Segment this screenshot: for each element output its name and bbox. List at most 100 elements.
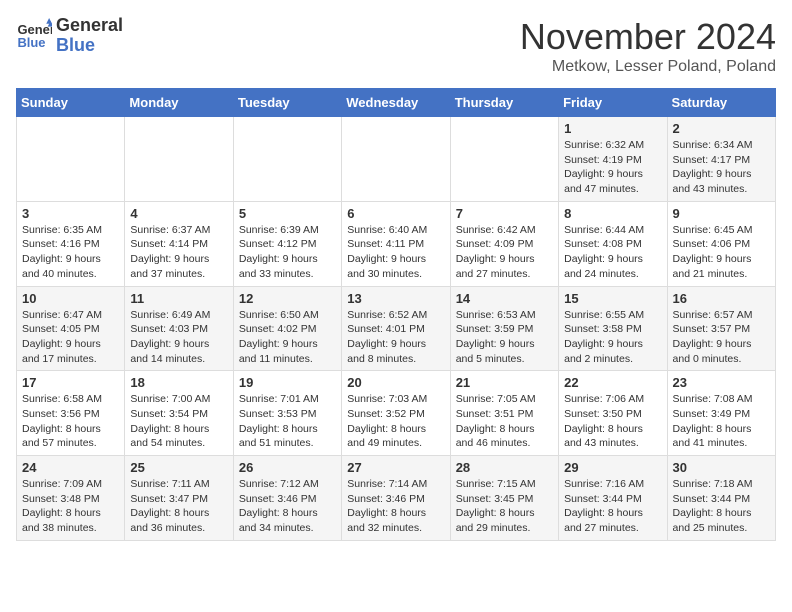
calendar-week-1: 1 Sunrise: 6:32 AM Sunset: 4:19 PM Daylig… — [17, 117, 776, 202]
calendar-cell: 16 Sunrise: 6:57 AM Sunset: 3:57 PM Dayli… — [667, 286, 775, 371]
day-number: 26 — [239, 460, 336, 475]
page-header: General Blue General Blue November 2024 … — [16, 16, 776, 76]
calendar-cell: 11 Sunrise: 6:49 AM Sunset: 4:03 PM Dayli… — [125, 286, 233, 371]
day-number: 12 — [239, 291, 336, 306]
calendar-cell: 30 Sunrise: 7:18 AM Sunset: 3:44 PM Dayli… — [667, 456, 775, 541]
day-info: Sunrise: 6:53 AM Sunset: 3:59 PM Dayligh… — [456, 308, 553, 367]
day-info: Sunrise: 6:34 AM Sunset: 4:17 PM Dayligh… — [673, 138, 770, 197]
calendar-cell: 13 Sunrise: 6:52 AM Sunset: 4:01 PM Dayli… — [342, 286, 450, 371]
calendar-cell: 1 Sunrise: 6:32 AM Sunset: 4:19 PM Daylig… — [559, 117, 667, 202]
calendar-cell: 10Sunrise: 6:47 AM Sunset: 4:05 PM Dayli… — [17, 286, 125, 371]
day-number: 5 — [239, 206, 336, 221]
day-info: Sunrise: 6:49 AM Sunset: 4:03 PM Dayligh… — [130, 308, 227, 367]
calendar-cell: 12 Sunrise: 6:50 AM Sunset: 4:02 PM Dayli… — [233, 286, 341, 371]
day-number: 13 — [347, 291, 444, 306]
calendar-cell: 17 Sunrise: 6:58 AM Sunset: 3:56 PM Dayli… — [17, 371, 125, 456]
day-number: 6 — [347, 206, 444, 221]
calendar-cell: 21 Sunrise: 7:05 AM Sunset: 3:51 PM Dayli… — [450, 371, 558, 456]
day-info: Sunrise: 7:06 AM Sunset: 3:50 PM Dayligh… — [564, 392, 661, 451]
calendar-cell: 5 Sunrise: 6:39 AM Sunset: 4:12 PM Daylig… — [233, 201, 341, 286]
day-number: 1 — [564, 121, 661, 136]
day-info: Sunrise: 7:18 AM Sunset: 3:44 PM Dayligh… — [673, 477, 770, 536]
day-info: Sunrise: 7:03 AM Sunset: 3:52 PM Dayligh… — [347, 392, 444, 451]
location-title: Metkow, Lesser Poland, Poland — [520, 58, 776, 76]
calendar-cell: 26Sunrise: 7:12 AM Sunset: 3:46 PM Dayli… — [233, 456, 341, 541]
day-info: Sunrise: 7:08 AM Sunset: 3:49 PM Dayligh… — [673, 392, 770, 451]
calendar-cell: 4 Sunrise: 6:37 AM Sunset: 4:14 PM Daylig… — [125, 201, 233, 286]
day-info: Sunrise: 7:14 AM Sunset: 3:46 PM Dayligh… — [347, 477, 444, 536]
day-number: 27 — [347, 460, 444, 475]
day-number: 4 — [130, 206, 227, 221]
logo-text: General Blue — [56, 16, 123, 56]
day-number: 21 — [456, 375, 553, 390]
day-info: Sunrise: 6:32 AM Sunset: 4:19 PM Dayligh… — [564, 138, 661, 197]
calendar-week-5: 24Sunrise: 7:09 AM Sunset: 3:48 PM Dayli… — [17, 456, 776, 541]
calendar-cell: 9 Sunrise: 6:45 AM Sunset: 4:06 PM Daylig… — [667, 201, 775, 286]
calendar-cell: 3Sunrise: 6:35 AM Sunset: 4:16 PM Daylig… — [17, 201, 125, 286]
header-friday: Friday — [559, 89, 667, 117]
header-monday: Monday — [125, 89, 233, 117]
day-info: Sunrise: 6:52 AM Sunset: 4:01 PM Dayligh… — [347, 308, 444, 367]
calendar-cell — [17, 117, 125, 202]
header-thursday: Thursday — [450, 89, 558, 117]
calendar-cell — [450, 117, 558, 202]
calendar-cell: 6Sunrise: 6:40 AM Sunset: 4:11 PM Daylig… — [342, 201, 450, 286]
day-number: 15 — [564, 291, 661, 306]
day-number: 18 — [130, 375, 227, 390]
calendar-cell — [125, 117, 233, 202]
day-number: 17 — [22, 375, 119, 390]
calendar-cell — [233, 117, 341, 202]
calendar-cell: 20 Sunrise: 7:03 AM Sunset: 3:52 PM Dayli… — [342, 371, 450, 456]
day-number: 8 — [564, 206, 661, 221]
calendar-header-row: SundayMondayTuesdayWednesdayThursdayFrid… — [17, 89, 776, 117]
day-number: 22 — [564, 375, 661, 390]
day-number: 9 — [673, 206, 770, 221]
day-number: 24 — [22, 460, 119, 475]
svg-text:Blue: Blue — [17, 35, 45, 50]
day-info: Sunrise: 6:47 AM Sunset: 4:05 PM Dayligh… — [22, 308, 119, 367]
day-info: Sunrise: 6:50 AM Sunset: 4:02 PM Dayligh… — [239, 308, 336, 367]
calendar-week-3: 10Sunrise: 6:47 AM Sunset: 4:05 PM Dayli… — [17, 286, 776, 371]
day-number: 7 — [456, 206, 553, 221]
day-number: 3 — [22, 206, 119, 221]
day-info: Sunrise: 6:45 AM Sunset: 4:06 PM Dayligh… — [673, 223, 770, 282]
day-number: 2 — [673, 121, 770, 136]
day-number: 25 — [130, 460, 227, 475]
calendar-cell — [342, 117, 450, 202]
header-tuesday: Tuesday — [233, 89, 341, 117]
calendar-cell: 28 Sunrise: 7:15 AM Sunset: 3:45 PM Dayli… — [450, 456, 558, 541]
day-info: Sunrise: 6:44 AM Sunset: 4:08 PM Dayligh… — [564, 223, 661, 282]
day-info: Sunrise: 6:42 AM Sunset: 4:09 PM Dayligh… — [456, 223, 553, 282]
day-info: Sunrise: 6:55 AM Sunset: 3:58 PM Dayligh… — [564, 308, 661, 367]
day-number: 14 — [456, 291, 553, 306]
calendar-cell: 18 Sunrise: 7:00 AM Sunset: 3:54 PM Dayli… — [125, 371, 233, 456]
day-info: Sunrise: 7:15 AM Sunset: 3:45 PM Dayligh… — [456, 477, 553, 536]
calendar-cell: 7 Sunrise: 6:42 AM Sunset: 4:09 PM Daylig… — [450, 201, 558, 286]
logo-icon: General Blue — [16, 18, 52, 54]
day-number: 11 — [130, 291, 227, 306]
day-info: Sunrise: 6:58 AM Sunset: 3:56 PM Dayligh… — [22, 392, 119, 451]
day-number: 19 — [239, 375, 336, 390]
day-info: Sunrise: 6:57 AM Sunset: 3:57 PM Dayligh… — [673, 308, 770, 367]
calendar-cell: 19Sunrise: 7:01 AM Sunset: 3:53 PM Dayli… — [233, 371, 341, 456]
day-number: 23 — [673, 375, 770, 390]
day-number: 20 — [347, 375, 444, 390]
day-info: Sunrise: 7:00 AM Sunset: 3:54 PM Dayligh… — [130, 392, 227, 451]
day-info: Sunrise: 7:05 AM Sunset: 3:51 PM Dayligh… — [456, 392, 553, 451]
day-info: Sunrise: 6:37 AM Sunset: 4:14 PM Dayligh… — [130, 223, 227, 282]
logo-line2: Blue — [56, 36, 123, 56]
day-number: 16 — [673, 291, 770, 306]
header-sunday: Sunday — [17, 89, 125, 117]
calendar-cell: 25 Sunrise: 7:11 AM Sunset: 3:47 PM Dayli… — [125, 456, 233, 541]
month-title: November 2024 — [520, 16, 776, 58]
day-number: 29 — [564, 460, 661, 475]
calendar-cell: 24Sunrise: 7:09 AM Sunset: 3:48 PM Dayli… — [17, 456, 125, 541]
day-info: Sunrise: 6:39 AM Sunset: 4:12 PM Dayligh… — [239, 223, 336, 282]
day-number: 28 — [456, 460, 553, 475]
day-info: Sunrise: 7:11 AM Sunset: 3:47 PM Dayligh… — [130, 477, 227, 536]
header-saturday: Saturday — [667, 89, 775, 117]
logo-line1: General — [56, 16, 123, 36]
calendar-cell: 22 Sunrise: 7:06 AM Sunset: 3:50 PM Dayli… — [559, 371, 667, 456]
day-number: 30 — [673, 460, 770, 475]
title-area: November 2024 Metkow, Lesser Poland, Pol… — [520, 16, 776, 76]
